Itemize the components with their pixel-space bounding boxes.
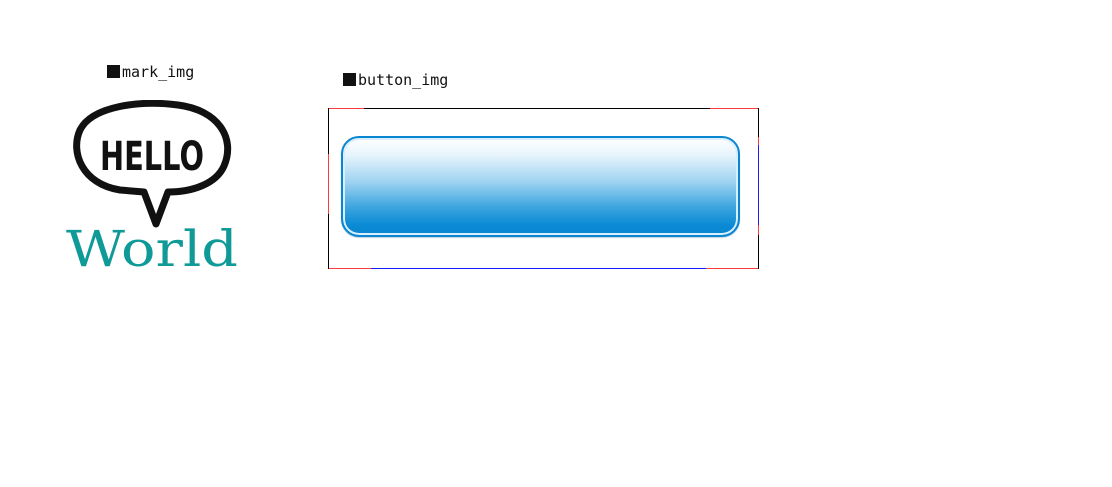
- slice-guide: [758, 225, 759, 235]
- mark-img-label: mark_img: [107, 63, 194, 81]
- mark-img-label-text: mark_img: [122, 63, 195, 81]
- button-image-frame: [328, 108, 759, 269]
- button-img-label-text: button_img: [358, 71, 449, 89]
- world-text: World: [66, 220, 238, 275]
- square-bullet-icon: [107, 65, 120, 78]
- slice-guide: [758, 137, 759, 145]
- hello-text: HELLO: [100, 134, 204, 180]
- slice-guide: [371, 268, 706, 269]
- slice-guide: [329, 268, 371, 269]
- slice-guide: [706, 268, 758, 269]
- slice-guide: [328, 154, 329, 214]
- hello-world-mark-image: HELLO World: [60, 99, 250, 278]
- glossy-blue-button[interactable]: [341, 136, 740, 237]
- slice-guide: [710, 108, 758, 109]
- button-img-label: button_img: [343, 71, 448, 89]
- square-bullet-icon: [343, 73, 356, 86]
- slice-guide: [758, 145, 759, 225]
- speech-bubble-logo-icon: HELLO World: [66, 99, 238, 278]
- slice-guide: [329, 108, 364, 109]
